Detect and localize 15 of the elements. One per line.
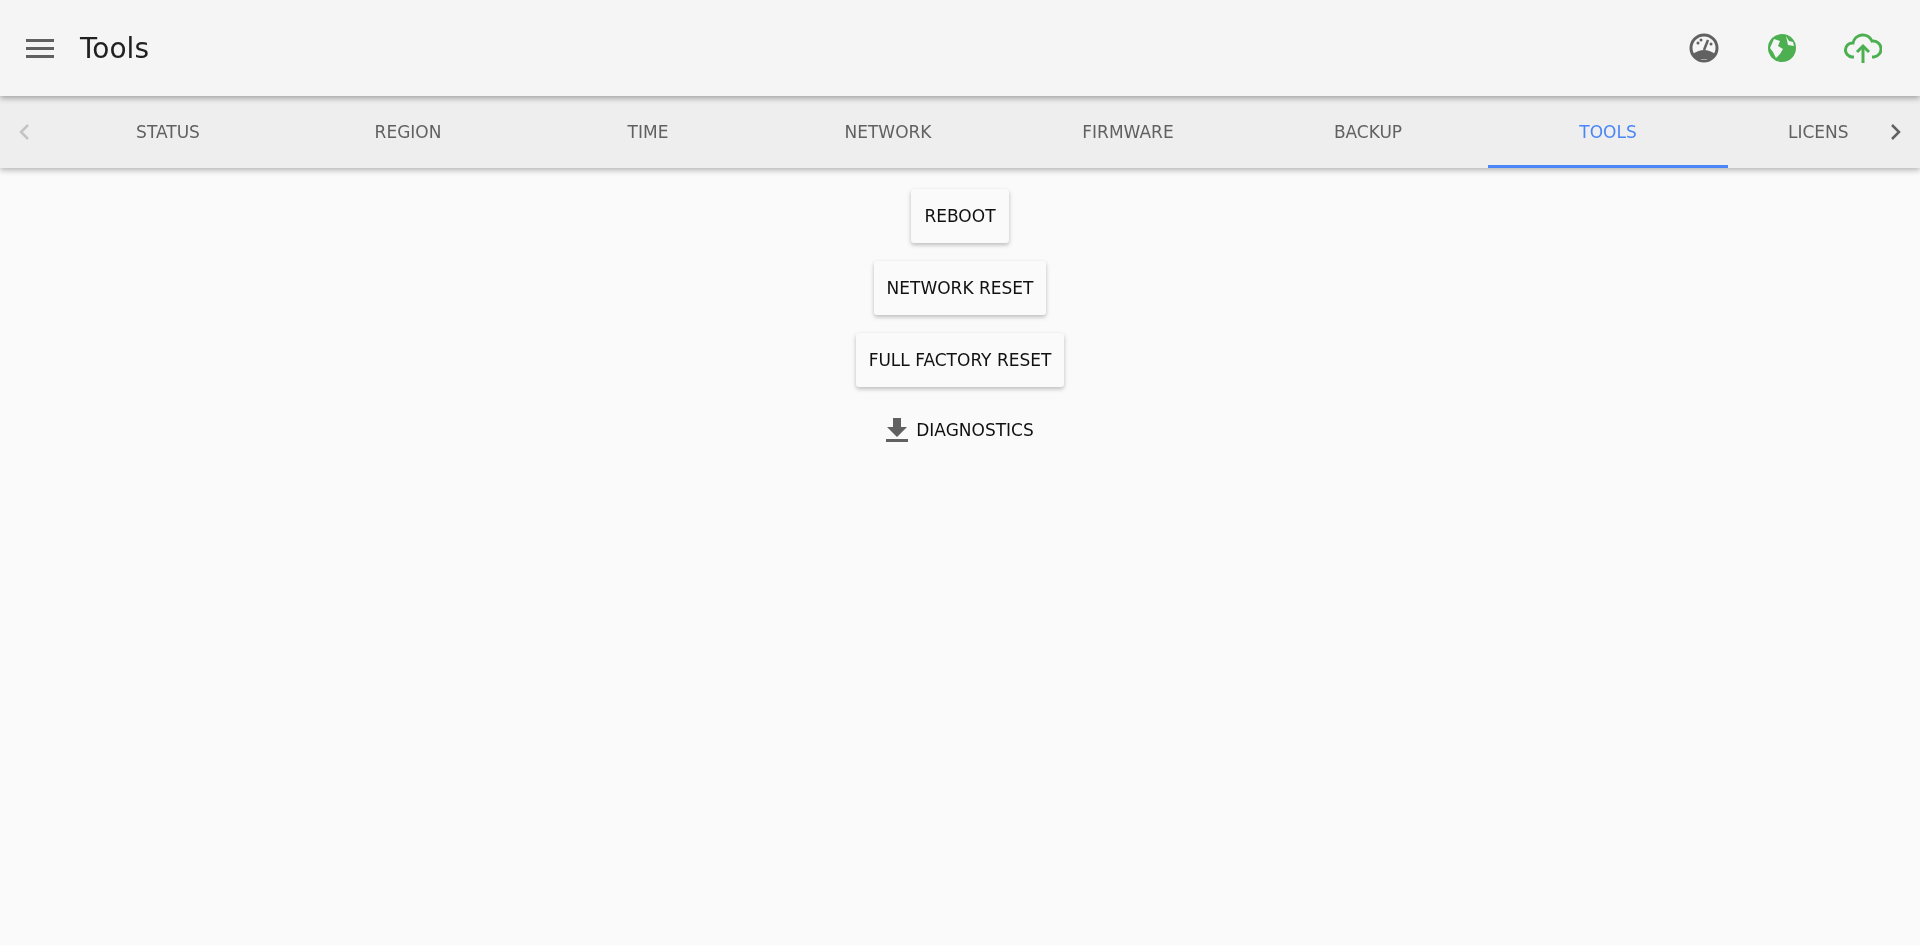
download-button[interactable]: DIAGNOSTICS [878, 405, 1042, 455]
tab[interactable]: TOOLS [1488, 96, 1728, 168]
tab[interactable]: LICENS [1728, 96, 1872, 168]
menu-icon[interactable] [26, 38, 54, 58]
tab[interactable]: FIRMWARE [1008, 96, 1248, 168]
action-button[interactable]: FULL FACTORY RESET [855, 333, 1065, 387]
tab[interactable]: REGION [288, 96, 528, 168]
action-button[interactable]: NETWORK RESET [873, 261, 1047, 315]
tab[interactable]: BACKUP [1248, 96, 1488, 168]
action-button[interactable]: REBOOT [911, 189, 1009, 243]
page-title: Tools [80, 31, 150, 65]
tab[interactable]: NETWORK [768, 96, 1008, 168]
download-icon [886, 418, 909, 442]
tab[interactable]: STATUS [48, 96, 288, 168]
tab[interactable]: TIME [528, 96, 768, 168]
